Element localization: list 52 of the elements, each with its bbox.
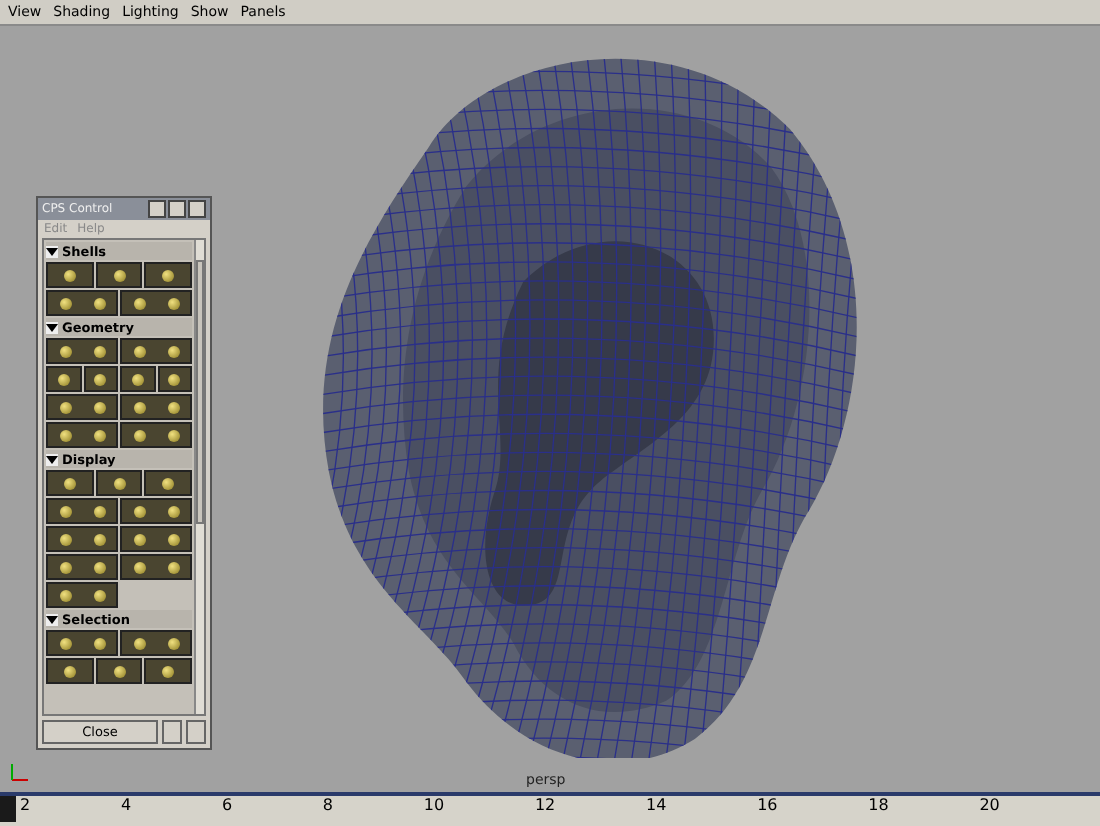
frame-tick-label: 16 [757, 796, 778, 816]
tool-button[interactable] [46, 526, 118, 552]
tool-button[interactable] [120, 394, 192, 420]
collapse-toggle-icon[interactable] [46, 245, 58, 257]
minimize-button[interactable] [148, 200, 166, 218]
frame-tick-label: 20 [979, 796, 1000, 816]
collapse-toggle-icon[interactable] [46, 613, 58, 625]
tool-button[interactable] [46, 366, 81, 392]
frame-tick-label: 2 [20, 796, 31, 816]
tool-button[interactable] [144, 470, 193, 496]
tool-button[interactable] [46, 422, 118, 448]
tool-button[interactable] [120, 526, 192, 552]
tool-button[interactable] [46, 290, 118, 316]
tool-button[interactable] [46, 630, 118, 656]
frame-tick-label: 8 [322, 796, 333, 816]
tool-button[interactable] [46, 554, 118, 580]
tool-button[interactable] [95, 658, 143, 684]
tool-button[interactable] [120, 366, 155, 392]
tool-button[interactable] [46, 658, 94, 684]
tool-button[interactable] [46, 498, 118, 524]
small-button[interactable] [186, 720, 206, 744]
frame-tick-label: 14 [646, 796, 667, 816]
tool-button[interactable] [120, 422, 192, 448]
tool-button[interactable] [144, 262, 193, 288]
tool-button[interactable] [120, 290, 192, 316]
small-button[interactable] [162, 720, 182, 744]
frame-tick-label: 18 [868, 796, 889, 816]
tool-button[interactable] [95, 262, 143, 288]
tool-button[interactable] [120, 630, 192, 656]
axis-icon [8, 760, 32, 784]
tool-button[interactable] [46, 470, 94, 496]
tool-button[interactable] [46, 338, 118, 364]
frame-tick-label: 10 [423, 796, 445, 816]
collapse-toggle-icon[interactable] [46, 453, 58, 465]
tool-button[interactable] [120, 554, 192, 580]
frame-tick-label: 12 [534, 796, 556, 816]
frame-tick-label: 4 [120, 796, 132, 816]
current-frame-marker[interactable] [0, 796, 16, 822]
tool-button[interactable] [46, 394, 118, 420]
tool-button[interactable] [83, 366, 118, 392]
frame-tick-label: 6 [221, 796, 233, 816]
maximize-button[interactable] [168, 200, 186, 218]
tool-button[interactable] [46, 262, 94, 288]
tool-button[interactable] [46, 582, 118, 608]
scrollbar[interactable] [194, 240, 204, 714]
tool-button[interactable] [120, 338, 192, 364]
tool-button[interactable] [120, 498, 192, 524]
tool-button[interactable] [144, 658, 193, 684]
tool-button[interactable] [95, 470, 143, 496]
time-slider[interactable]: 2 4 6 8 10 12 14 16 18 20 [0, 792, 1100, 826]
tool-button[interactable] [157, 366, 192, 392]
collapse-toggle-icon[interactable] [46, 321, 58, 333]
